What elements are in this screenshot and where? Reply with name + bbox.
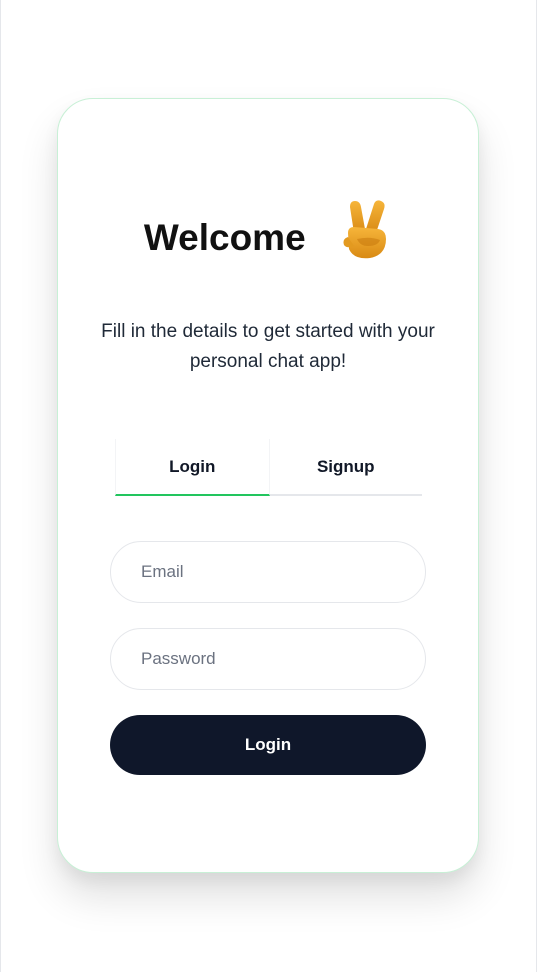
login-button[interactable]: Login — [110, 715, 426, 775]
password-field[interactable] — [110, 628, 426, 690]
auth-tabs: Login Signup — [115, 439, 422, 496]
page-title: Welcome — [143, 217, 306, 258]
window-left-border — [0, 0, 1, 972]
tab-signup[interactable]: Signup — [270, 439, 423, 494]
email-field[interactable] — [110, 541, 426, 603]
title-row: Welcome — [58, 200, 478, 269]
subtitle: Fill in the details to get started with … — [101, 321, 435, 372]
auth-card: Welcome Fill in the details to get start… — [57, 98, 479, 873]
victory-hand-icon — [340, 199, 392, 261]
tab-login[interactable]: Login — [115, 439, 270, 496]
